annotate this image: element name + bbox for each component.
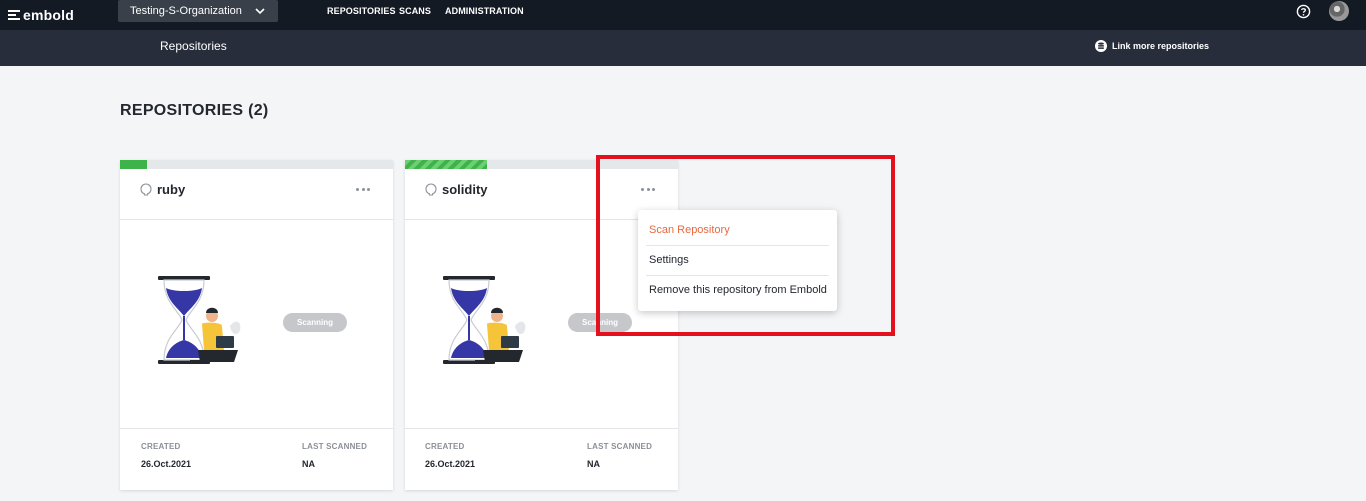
link-more-repositories-button[interactable]: Link more repositories — [1095, 40, 1209, 52]
scan-progress-fill — [405, 160, 487, 169]
embold-logo[interactable]: embold — [8, 5, 74, 25]
nav-repositories[interactable]: REPOSITORIES — [327, 0, 396, 22]
repository-card-ruby[interactable]: ruby Scanning CREATED 26.Oct.2021 LAST S… — [120, 160, 393, 490]
help-circle-icon[interactable] — [1296, 4, 1311, 19]
last-scanned-label: LAST SCANNED — [302, 442, 368, 451]
highlight-annotation-box — [596, 155, 895, 336]
organization-dropdown[interactable]: Testing-S-Organization — [118, 0, 278, 22]
hourglass-illustration — [158, 276, 241, 364]
chevron-down-icon — [255, 8, 265, 15]
created-label: CREATED — [141, 442, 181, 451]
nav-scans[interactable]: SCANS — [399, 0, 431, 22]
created-label: CREATED — [425, 442, 465, 451]
nav-administration[interactable]: ADMINISTRATION — [445, 0, 524, 22]
user-avatar[interactable] — [1329, 1, 1349, 21]
created-value: 26.Oct.2021 — [141, 459, 192, 469]
embold-logo-icon — [8, 10, 20, 20]
database-icon — [1095, 40, 1107, 52]
organization-name: Testing-S-Organization — [130, 5, 242, 17]
status-badge: Scanning — [283, 313, 347, 332]
top-navigation-bar: embold Testing-S-Organization REPOSITORI… — [0, 0, 1366, 30]
logo-text: embold — [23, 7, 74, 23]
last-scanned-label: LAST SCANNED — [587, 442, 653, 451]
last-scanned-value: NA — [587, 459, 600, 469]
more-options-button[interactable] — [356, 186, 370, 192]
github-icon — [425, 183, 437, 196]
github-icon — [140, 183, 152, 196]
scan-progress-bar — [120, 160, 393, 169]
hourglass-illustration — [443, 276, 526, 364]
repository-name[interactable]: ruby — [157, 182, 185, 197]
repositories-heading: REPOSITORIES (2) — [120, 102, 269, 119]
card-header: ruby — [120, 169, 393, 220]
card-footer: CREATED 26.Oct.2021 LAST SCANNED NA — [120, 428, 393, 490]
last-scanned-value: NA — [302, 459, 315, 469]
created-value: 26.Oct.2021 — [425, 459, 476, 469]
repository-name[interactable]: solidity — [442, 182, 488, 197]
link-more-repositories-label: Link more repositories — [1112, 41, 1210, 51]
card-footer: CREATED 26.Oct.2021 LAST SCANNED NA — [405, 428, 678, 490]
page-subheader: Repositories Link more repositories — [0, 30, 1366, 66]
page-title: Repositories — [160, 39, 227, 53]
scan-progress-fill — [120, 160, 148, 169]
